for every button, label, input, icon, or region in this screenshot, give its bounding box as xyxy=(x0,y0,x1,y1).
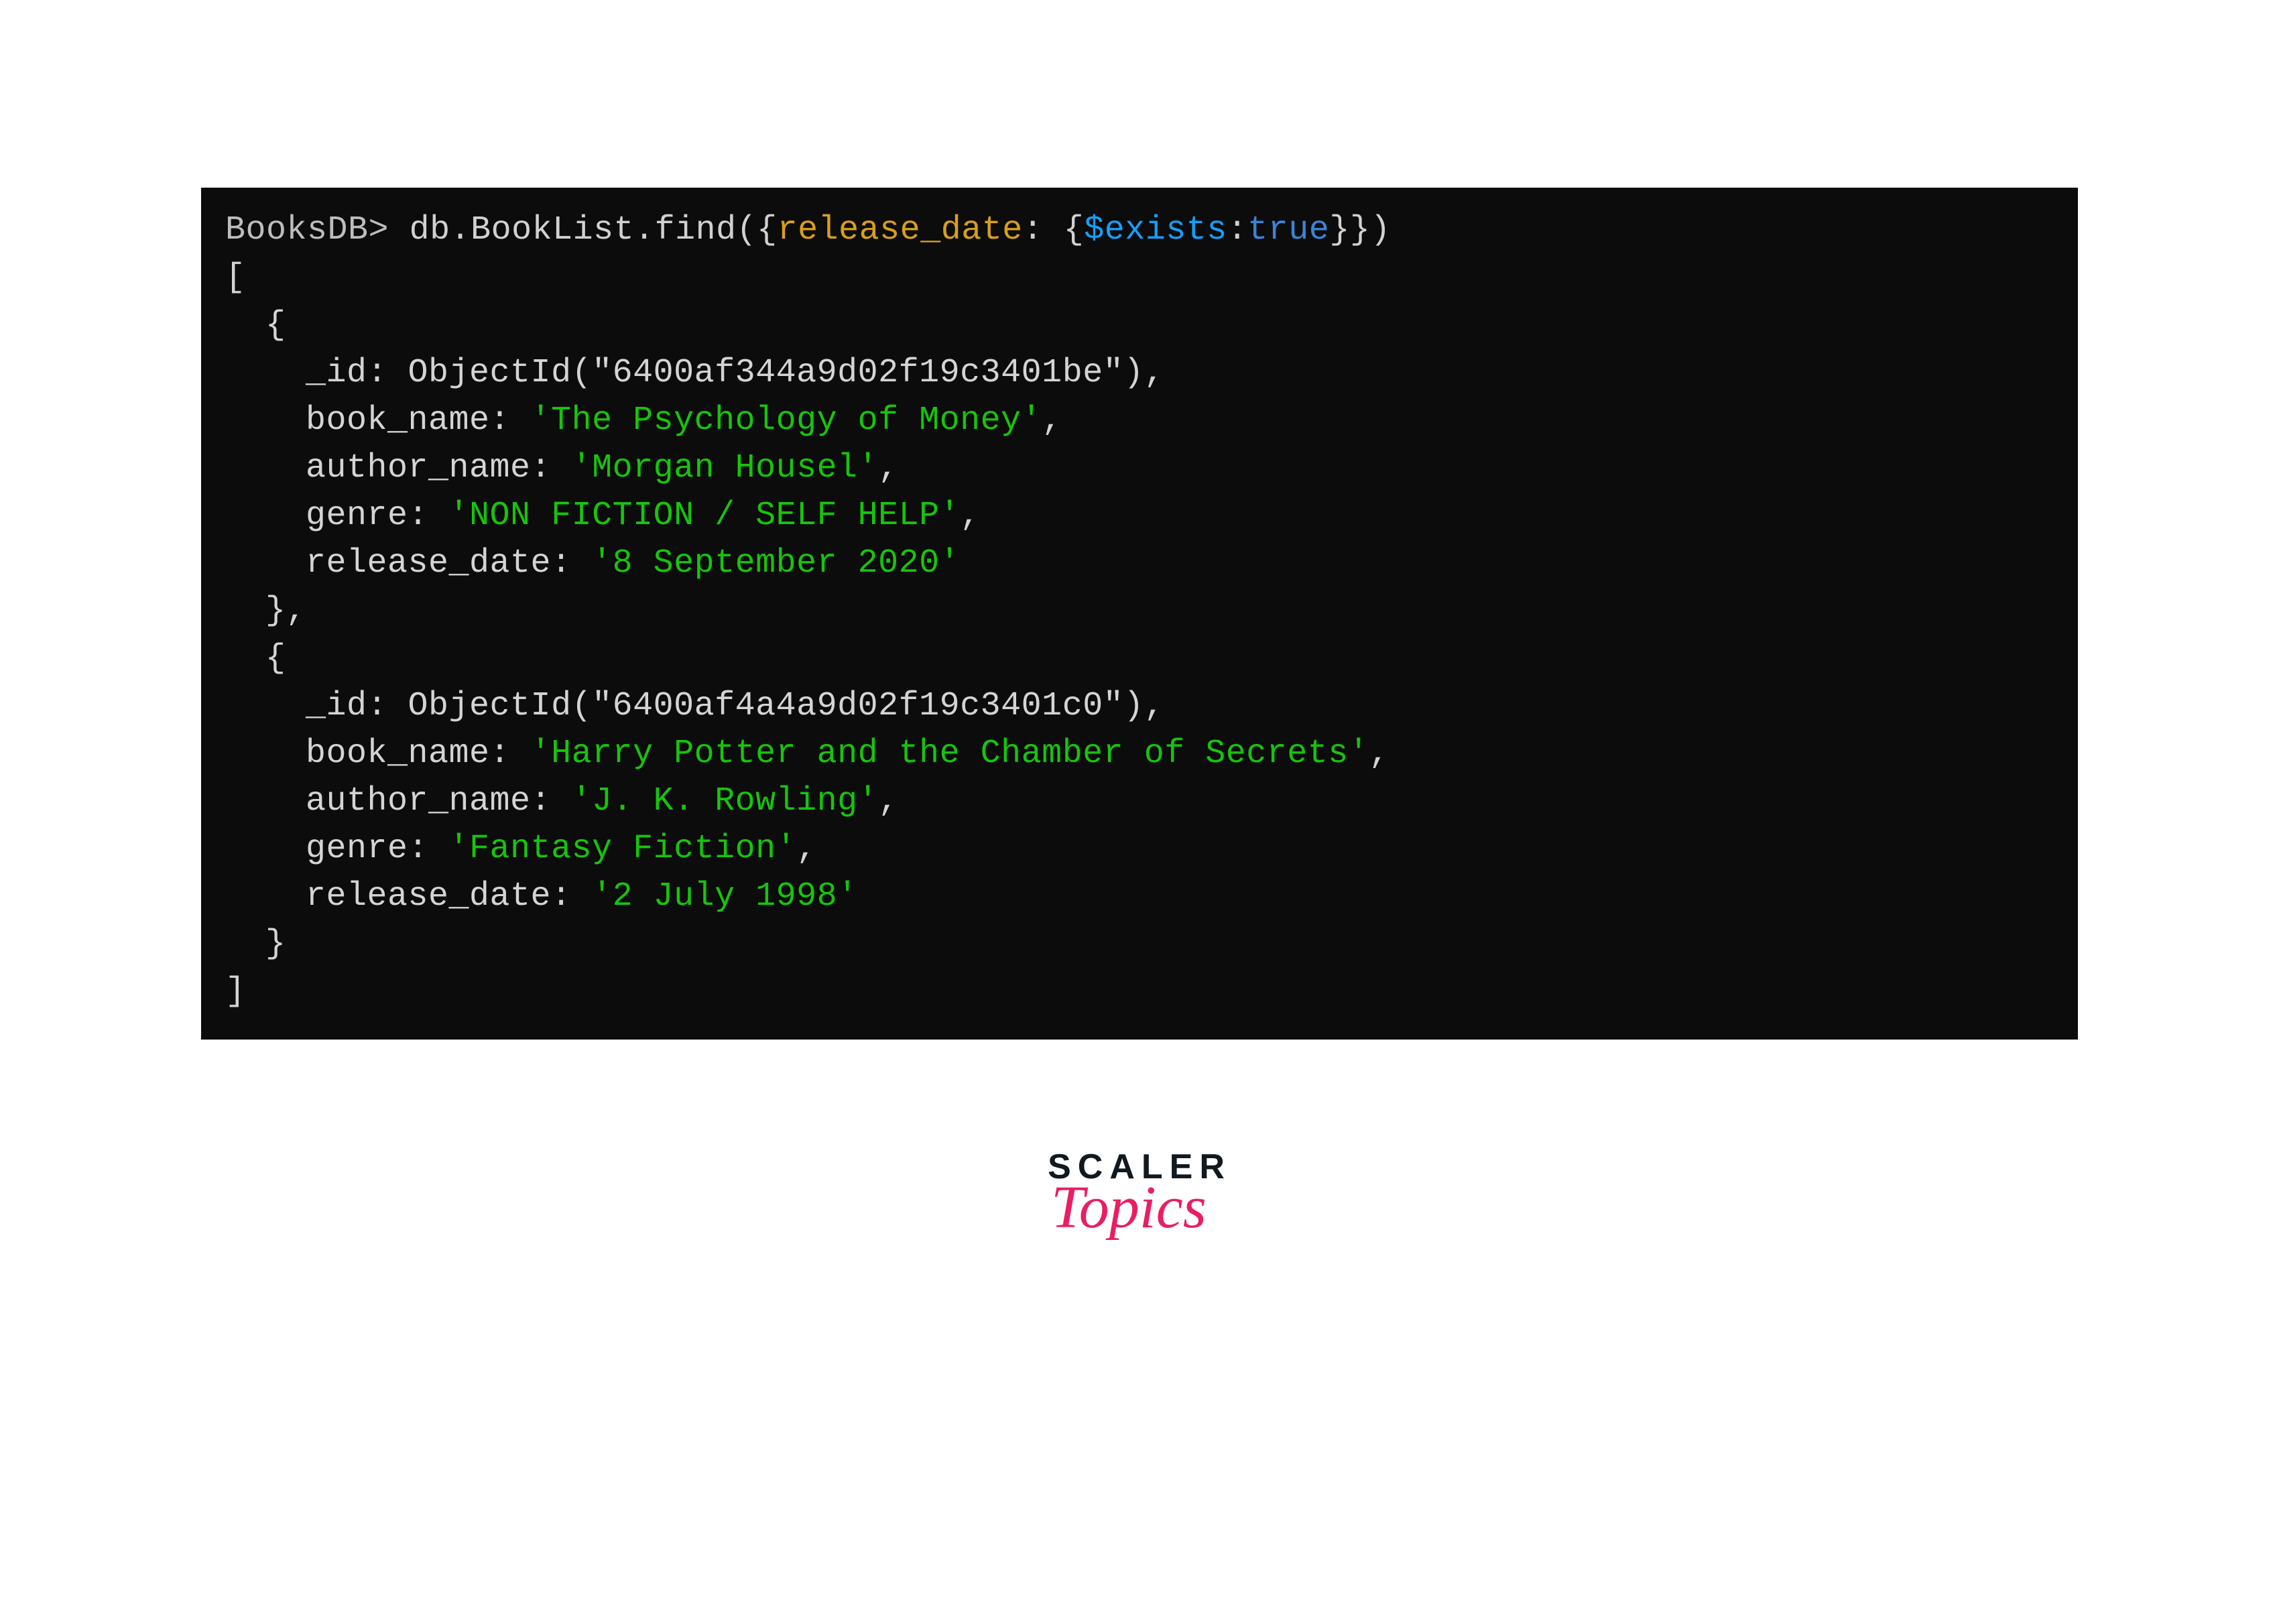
result-row: genre: 'Fantasy Fiction', xyxy=(225,825,2054,873)
result-row: author_name: 'Morgan Housel', xyxy=(225,444,2054,492)
output-open-bracket: [ xyxy=(225,254,2054,302)
result-row: _id: ObjectId("6400af4a4a9d02f19c3401c0"… xyxy=(225,682,2054,730)
terminal-window: BooksDB> db.BookList.find({release_date:… xyxy=(201,188,2078,1040)
result-row: book_name: 'Harry Potter and the Chamber… xyxy=(225,730,2054,777)
query-field: release_date xyxy=(778,211,1023,249)
brand-logo: SCALER Topics xyxy=(1046,1147,1233,1264)
command-line[interactable]: BooksDB> db.BookList.find({release_date:… xyxy=(225,206,2054,254)
result-object: { xyxy=(225,635,2054,682)
result-row: _id: ObjectId("6400af344a9d02f19c3401be"… xyxy=(225,349,2054,397)
query-operator: $exists xyxy=(1084,211,1227,249)
result-row: book_name: 'The Psychology of Money', xyxy=(225,397,2054,444)
result-row: author_name: 'J. K. Rowling', xyxy=(225,777,2054,825)
result-object-close: }, xyxy=(225,587,2054,635)
query-value: true xyxy=(1247,211,1329,249)
result-row: release_date: '2 July 1998' xyxy=(225,873,2054,920)
command-text: db.BookList.find({release_date: {$exists… xyxy=(410,211,1391,249)
result-row: genre: 'NON FICTION / SELF HELP', xyxy=(225,492,2054,540)
output-close-bracket: ] xyxy=(225,968,2054,1015)
brand-topics-text: Topics xyxy=(1046,1179,1233,1256)
result-row: release_date: '8 September 2020' xyxy=(225,540,2054,587)
shell-prompt: BooksDB> xyxy=(225,211,389,249)
result-object-close: } xyxy=(225,920,2054,968)
result-object: { xyxy=(225,302,2054,349)
svg-text:Topics: Topics xyxy=(1051,1179,1207,1241)
